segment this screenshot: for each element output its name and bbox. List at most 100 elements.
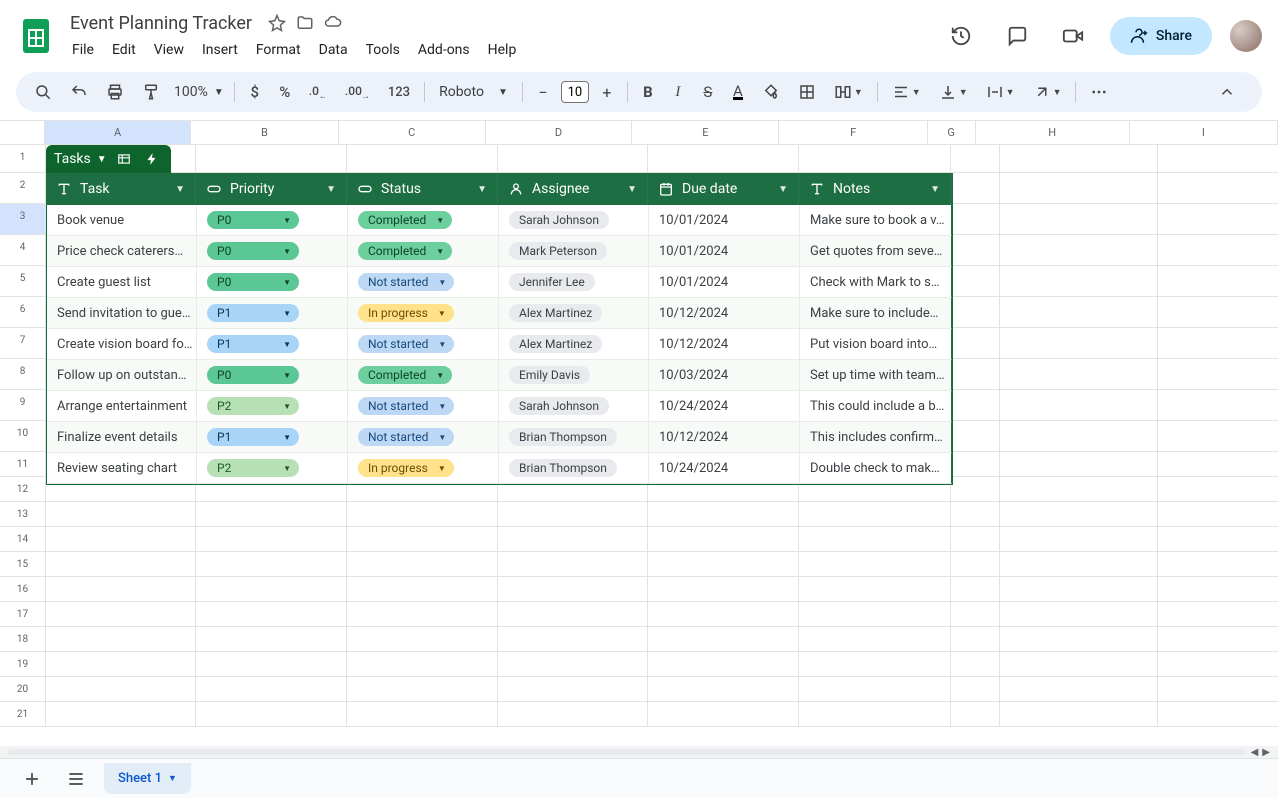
table-row[interactable]: Review seating chartP2▼In progress▼Brian…: [47, 453, 952, 484]
due-date-cell[interactable]: 10/01/2024: [649, 236, 800, 267]
cell[interactable]: [1158, 552, 1278, 577]
cell[interactable]: [951, 702, 1000, 727]
assignee-chip[interactable]: Jennifer Lee: [509, 273, 595, 291]
increase-font-size-button[interactable]: +: [593, 78, 621, 106]
table-row[interactable]: Create vision board fo…P1▼Not started▼Al…: [47, 329, 952, 360]
sheets-logo[interactable]: [16, 16, 56, 56]
assignee-cell[interactable]: Mark Peterson: [499, 236, 649, 267]
due-date-cell[interactable]: 10/12/2024: [649, 329, 800, 360]
assignee-cell[interactable]: Sarah Johnson: [499, 205, 649, 236]
cell[interactable]: [46, 602, 196, 627]
cell[interactable]: [1000, 390, 1158, 421]
column-header-D[interactable]: D: [486, 121, 632, 144]
status-chip[interactable]: Not started▼: [358, 335, 454, 353]
cell[interactable]: [799, 702, 951, 727]
cell[interactable]: [951, 421, 1000, 452]
meet-icon[interactable]: [1054, 17, 1092, 55]
due-date-cell[interactable]: 10/24/2024: [649, 453, 800, 484]
row-header[interactable]: 15: [0, 552, 46, 577]
share-button[interactable]: Share: [1110, 17, 1212, 55]
menu-tools[interactable]: Tools: [358, 38, 408, 62]
cell[interactable]: [1000, 452, 1158, 477]
cell[interactable]: [951, 359, 1000, 390]
notes-cell[interactable]: Get quotes from seve…: [800, 236, 952, 267]
cell[interactable]: [46, 652, 196, 677]
cell[interactable]: [1158, 627, 1278, 652]
row-header[interactable]: 7: [0, 328, 46, 359]
cell[interactable]: [951, 390, 1000, 421]
assignee-chip[interactable]: Sarah Johnson: [509, 211, 609, 229]
chevron-down-icon[interactable]: ▼: [627, 184, 637, 195]
cell[interactable]: [498, 627, 648, 652]
assignee-chip[interactable]: Alex Martinez: [509, 335, 602, 353]
column-header-H[interactable]: H: [976, 121, 1130, 144]
cell[interactable]: [196, 502, 347, 527]
priority-chip[interactable]: P0▼: [207, 273, 299, 291]
status-cell[interactable]: Not started▼: [348, 391, 499, 422]
cell[interactable]: [1000, 173, 1158, 204]
cell[interactable]: [1158, 477, 1278, 502]
cell[interactable]: [951, 297, 1000, 328]
status-chip[interactable]: Completed▼: [358, 242, 452, 260]
task-cell[interactable]: Review seating chart: [47, 453, 197, 484]
cell[interactable]: [1158, 145, 1278, 173]
cell[interactable]: [46, 527, 196, 552]
cell[interactable]: [799, 577, 951, 602]
cell[interactable]: [46, 677, 196, 702]
cell[interactable]: [347, 677, 498, 702]
status-chip[interactable]: Not started▼: [358, 397, 454, 415]
task-cell[interactable]: Book venue: [47, 205, 197, 236]
cell[interactable]: [799, 677, 951, 702]
cell[interactable]: [1158, 390, 1278, 421]
task-cell[interactable]: Finalize event details: [47, 422, 197, 453]
row-header[interactable]: 14: [0, 527, 46, 552]
print-button[interactable]: [98, 78, 132, 106]
status-cell[interactable]: Not started▼: [348, 422, 499, 453]
cell[interactable]: [1000, 652, 1158, 677]
cloud-status-icon[interactable]: [324, 14, 342, 32]
cell[interactable]: [498, 702, 648, 727]
task-cell[interactable]: Send invitation to gue…: [47, 298, 197, 329]
table-name-chip[interactable]: Tasks ▼: [46, 145, 171, 173]
collapse-toolbar-button[interactable]: [1202, 77, 1252, 107]
priority-cell[interactable]: P2▼: [197, 453, 348, 484]
row-header[interactable]: 18: [0, 627, 46, 652]
font-size-input[interactable]: [561, 81, 589, 103]
due-date-cell[interactable]: 10/03/2024: [649, 360, 800, 391]
table-header-notes[interactable]: Notes▼: [799, 173, 951, 205]
spreadsheet-grid[interactable]: ABCDEFGHI 123456789101112131415161718192…: [0, 120, 1278, 746]
bold-button[interactable]: B: [634, 78, 662, 106]
column-header-E[interactable]: E: [632, 121, 779, 144]
table-layout-icon[interactable]: [113, 148, 135, 170]
priority-chip[interactable]: P2▼: [207, 397, 299, 415]
row-header[interactable]: 3: [0, 204, 46, 235]
text-rotation-button[interactable]: ▼: [1025, 78, 1070, 106]
cell[interactable]: [498, 577, 648, 602]
priority-cell[interactable]: P0▼: [197, 360, 348, 391]
table-row[interactable]: Book venueP0▼Completed▼Sarah Johnson10/0…: [47, 205, 952, 236]
due-date-cell[interactable]: 10/12/2024: [649, 298, 800, 329]
cell[interactable]: [1158, 577, 1278, 602]
column-header-B[interactable]: B: [191, 121, 338, 144]
sheet-tab-active[interactable]: Sheet 1 ▼: [104, 763, 191, 794]
assignee-cell[interactable]: Sarah Johnson: [499, 391, 649, 422]
cell[interactable]: [347, 702, 498, 727]
task-cell[interactable]: Create guest list: [47, 267, 197, 298]
cell[interactable]: [1158, 652, 1278, 677]
status-chip[interactable]: Completed▼: [358, 211, 452, 229]
status-chip[interactable]: In progress▼: [358, 459, 454, 477]
cell[interactable]: [498, 602, 648, 627]
task-cell[interactable]: Arrange entertainment: [47, 391, 197, 422]
vertical-align-button[interactable]: ▼: [931, 78, 976, 106]
priority-chip[interactable]: P0▼: [207, 211, 299, 229]
cell[interactable]: [1000, 235, 1158, 266]
row-header[interactable]: 20: [0, 677, 46, 702]
table-header-priority[interactable]: Priority▼: [196, 173, 347, 205]
cell[interactable]: [347, 502, 498, 527]
cell[interactable]: [648, 652, 799, 677]
increase-decimal-button[interactable]: .00→: [337, 78, 378, 106]
status-cell[interactable]: Not started▼: [348, 329, 499, 360]
row-header[interactable]: 11: [0, 452, 46, 477]
menu-insert[interactable]: Insert: [194, 38, 246, 62]
table-header-task[interactable]: Task▼: [46, 173, 196, 205]
